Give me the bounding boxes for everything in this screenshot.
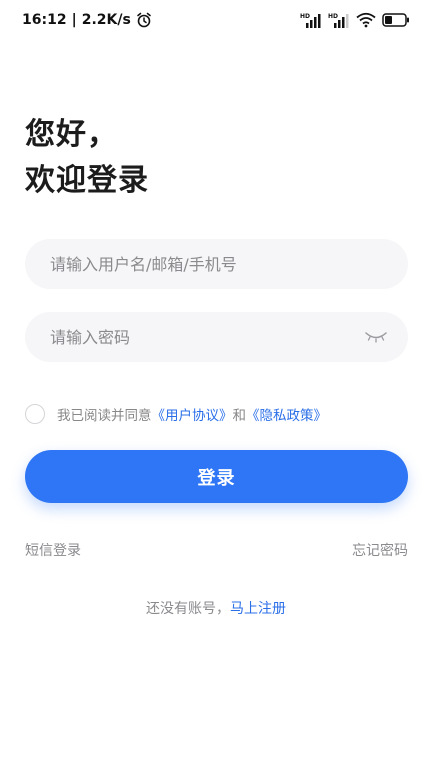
alarm-icon [136,12,152,28]
username-field-wrapper [25,238,408,290]
status-bar-right: HD HD [300,12,410,28]
signal-hd-icon: HD [300,12,322,28]
password-field-wrapper [25,311,408,363]
status-bar: 16:12 | 2.2K/s HD HD [0,0,432,40]
eye-closed-icon[interactable] [364,330,388,344]
user-agreement-link[interactable]: 《用户协议》 [152,404,233,424]
agreement-row: 我已阅读并同意 《用户协议》 和 《隐私政策》 [25,404,327,424]
status-bar-left: 16:12 | 2.2K/s [22,12,152,28]
agreement-and: 和 [232,408,247,424]
battery-icon [382,13,410,27]
svg-text:HD: HD [300,13,310,20]
login-button[interactable]: 登录 [25,450,408,503]
status-separator: | [71,12,77,28]
agreement-checkbox[interactable] [25,404,45,424]
register-prompt: 还没有账号， [146,601,230,617]
forgot-password-link[interactable]: 忘记密码 [352,540,408,560]
signal-hd-icon-2: HD [328,12,350,28]
register-row: 还没有账号，马上注册 [0,598,432,618]
password-input[interactable] [48,311,364,363]
greeting-line-1: 您好， [25,117,118,152]
sms-login-link[interactable]: 短信登录 [25,540,81,560]
agreement-prefix: 我已阅读并同意 [57,408,152,424]
privacy-policy-link[interactable]: 《隐私政策》 [246,404,327,424]
greeting-line-2: 欢迎登录 [25,163,149,198]
network-speed: 2.2K/s [81,12,131,28]
username-input[interactable] [48,238,388,290]
greeting: 您好， 欢迎登录 [25,112,149,204]
register-link[interactable]: 马上注册 [230,601,286,617]
status-time: 16:12 [22,12,67,28]
wifi-icon [356,12,376,28]
svg-text:HD: HD [328,13,338,20]
